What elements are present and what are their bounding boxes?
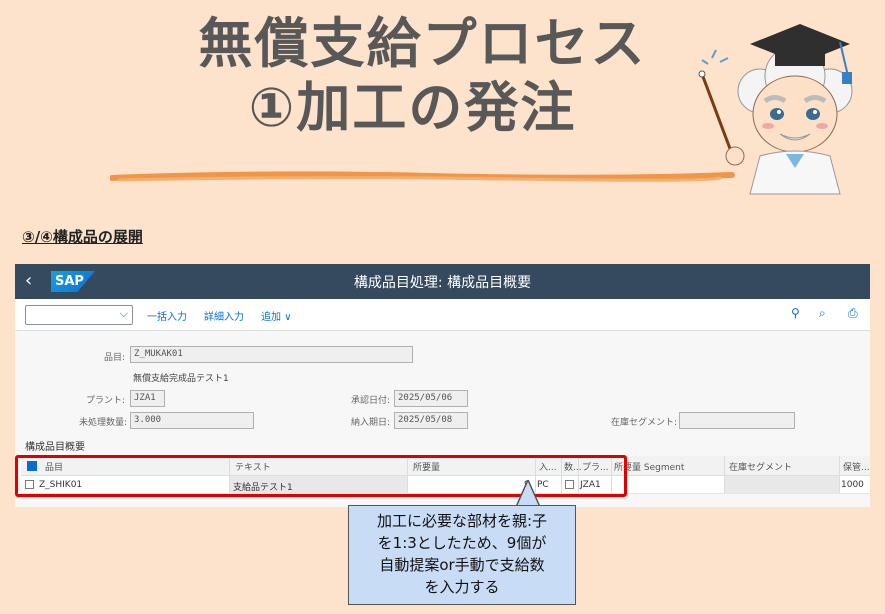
stock-segment-field[interactable] [679, 412, 795, 429]
material-label: 品目: [103, 353, 125, 363]
add-menu-label: 追加 [261, 312, 281, 323]
callout-line1: 加工に必要な部材を親:子 [376, 512, 548, 530]
shell-bar: ‹ SAP 構成品目処理: 構成品目概要 [15, 264, 870, 299]
app-title: 構成品目処理: 構成品目概要 [353, 275, 532, 291]
toolbar: ⌵ 一括入力 詳細入力 追加 ∨ ⚲ ⌕ ⎙ [15, 299, 870, 331]
callout-line2: を1:3としたため、9個が [377, 534, 547, 552]
material-description: 無償支給完成品テスト1 [133, 374, 229, 384]
zoom-icon[interactable]: ⌕ [819, 306, 826, 321]
print-icon[interactable]: ⎙ [848, 306, 858, 321]
professor-mascot-illustration [698, 24, 853, 195]
chevron-down-icon: ⌵ [119, 307, 128, 320]
chevron-down-icon: ∨ [284, 312, 292, 323]
stock-segment-label: 在庫セグメント: [610, 418, 677, 428]
delivery-date-label: 納入期日: [350, 418, 390, 428]
brush-stroke-divider [110, 171, 735, 182]
col-stock-segment[interactable]: 在庫セグメント [729, 460, 792, 473]
detail-input-button[interactable]: 詳細入力 [204, 308, 244, 323]
add-menu-button[interactable]: 追加 ∨ [261, 308, 292, 323]
table-title: 構成品目概要 [25, 442, 85, 453]
open-qty-field[interactable]: 3.000 [130, 412, 254, 429]
callout-line4: を入力する [424, 578, 500, 596]
callout-pointer [516, 480, 540, 507]
approval-date-label: 承認日付: [350, 396, 390, 406]
callout-line3: 自動提案or手動で支給数 [379, 556, 545, 574]
approval-date-field[interactable]: 2025/05/06 [394, 390, 468, 407]
bulk-input-button[interactable]: 一括入力 [147, 308, 187, 323]
plant-field[interactable]: JZA1 [130, 390, 165, 407]
material-field[interactable]: Z_MUKAK01 [130, 346, 413, 363]
callout-note: 加工に必要な部材を親:子 を1:3としたため、9個が 自動提案or手動で支給数 … [348, 505, 576, 605]
search-icon[interactable]: ⚲ [791, 306, 800, 320]
variant-select[interactable]: ⌵ [25, 305, 133, 325]
section-label: ③/④構成品の展開 [22, 228, 143, 246]
plant-label: プラント: [85, 396, 125, 406]
col-storage[interactable]: 保管... [843, 460, 870, 473]
row-storage: 1000 [841, 480, 864, 490]
delivery-date-field[interactable]: 2025/05/08 [394, 412, 468, 429]
open-qty-label: 未処理数量: [78, 418, 127, 428]
